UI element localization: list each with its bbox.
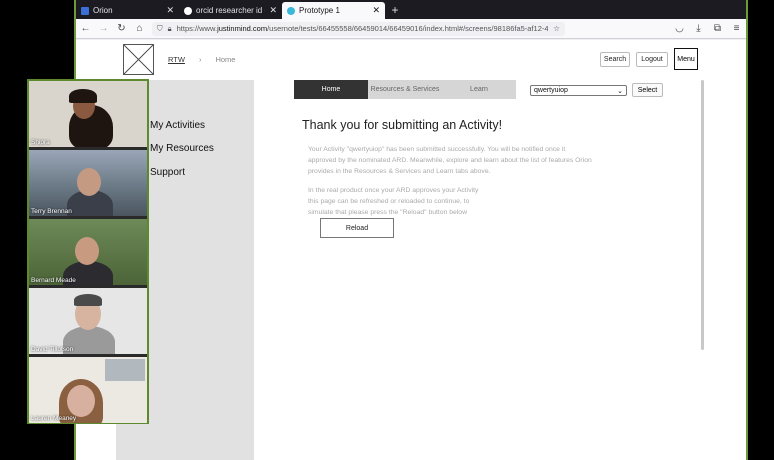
home-icon[interactable]: ⌂ [134,23,145,34]
google-favicon-icon [184,6,192,15]
scrollbar[interactable] [701,80,704,350]
participant-tile[interactable]: Lauren Meaney [29,357,147,423]
confirmation-line: approved by the nominated ARD. Meanwhile… [308,157,592,164]
search-button[interactable]: Search [600,52,630,67]
participant-tile[interactable]: Shipra [29,81,147,147]
downloads-icon[interactable]: ⤓ [693,23,704,34]
participant-face [77,168,101,196]
instruction-line: this page can be refreshed or reloaded t… [308,198,470,205]
page-title: Thank you for submitting an Activity! [302,118,503,132]
background-window [105,359,145,381]
breadcrumb-current: Home [215,55,236,64]
instruction-line: simulate that please press the "Reload" … [308,209,467,216]
tab-resources-services[interactable]: Resources & Services [368,80,442,99]
tab-learn[interactable]: Learn [442,80,516,99]
bookmark-star-icon[interactable]: ☆ [553,24,560,33]
instruction-text: In the real product once your ARD approv… [308,185,628,218]
video-participants-panel: Shipra Terry Brennan Bernard Meade David… [27,79,149,424]
menu-icon[interactable]: ≡ [731,23,742,34]
confirmation-line: provides in the Resources & Services and… [308,168,491,175]
sidebar-item-my-resources[interactable]: My Resources [150,143,214,154]
logo-placeholder [123,44,154,75]
participant-tile[interactable]: David Tillotson [29,288,147,354]
nav-tabs: Home Resources & Services Learn [294,80,516,99]
main-content: Home Resources & Services Learn qwertyui… [254,80,706,460]
close-icon[interactable]: ✕ [166,5,174,16]
browser-window: Orion ✕ orcid researcher id - Goo ✕ Prot… [74,0,748,460]
tab-bar: Orion ✕ orcid researcher id - Goo ✕ Prot… [76,0,746,19]
participant-hair [69,89,97,103]
url-bar[interactable]: ⛉ 🔒︎ https://www.justinmind.com/usernote… [152,21,565,36]
participant-tile[interactable]: Terry Brennan [29,150,147,216]
participant-name: Shipra [31,139,50,146]
close-icon[interactable]: ✕ [269,5,277,16]
tab-title: Prototype 1 [299,6,340,15]
logout-button[interactable]: Logout [636,52,668,67]
sidebar-item-my-activities[interactable]: My Activities [150,120,205,131]
activity-select[interactable]: qwertyuiop ⌄ [530,85,627,96]
shield-icon[interactable]: ⛉ [157,24,163,34]
participant-face [67,385,95,417]
tab-orion[interactable]: Orion ✕ [76,2,179,19]
breadcrumb-separator: › [198,55,202,64]
instruction-line: In the real product once your ARD approv… [308,187,479,194]
tab-orcid[interactable]: orcid researcher id - Goo ✕ [179,2,282,19]
participant-hat [74,294,102,306]
extensions-icon[interactable]: ⧉ [712,23,723,34]
forward-icon[interactable]: → [98,23,109,34]
close-icon[interactable]: ✕ [372,5,380,16]
tab-title: Orion [93,6,113,15]
screen: Orion ✕ orcid researcher id - Goo ✕ Prot… [0,0,774,460]
web-page: RTW › Home Search Logout Menu My Activit… [76,40,746,460]
participant-name: Terry Brennan [31,208,72,215]
confirmation-text: Your Activity "qwertyuiop" has been subm… [308,144,628,177]
tab-prototype[interactable]: Prototype 1 ✕ [282,2,385,19]
tab-home[interactable]: Home [294,80,368,99]
pocket-icon[interactable]: ◡ [674,23,685,34]
nav-bar: ← → ↻ ⌂ ⛉ 🔒︎ https://www.justinmind.com/… [76,19,746,39]
justinmind-favicon-icon [287,6,295,15]
participant-face [75,237,99,265]
breadcrumb: RTW › Home [168,55,235,64]
back-icon[interactable]: ← [80,23,91,34]
participant-name: Bernard Meade [31,277,76,284]
new-tab-button[interactable]: + [385,2,405,19]
chevron-down-icon: ⌄ [617,87,623,95]
lock-icon[interactable]: 🔒︎ [168,24,172,34]
toolbar-right: ◡ ⤓ ⧉ ≡ [674,23,742,34]
reload-icon[interactable]: ↻ [116,23,127,34]
tab-title: orcid researcher id - Goo [196,6,265,15]
right-gutter [706,80,746,460]
select-value: qwertyuiop [534,87,568,94]
url-text: https://www.justinmind.com/usernote/test… [176,24,549,33]
confirmation-line: Your Activity "qwertyuiop" has been subm… [308,146,566,153]
select-button[interactable]: Select [632,83,663,97]
participant-name: Lauren Meaney [31,415,77,422]
sidebar-item-support[interactable]: Support [150,167,185,178]
reload-button[interactable]: Reload [320,218,394,238]
breadcrumb-link[interactable]: RTW [168,55,185,64]
participant-tile[interactable]: Bernard Meade [29,219,147,285]
app-header: RTW › Home Search Logout Menu [76,40,706,80]
menu-button[interactable]: Menu [674,48,698,70]
participant-name: David Tillotson [31,346,74,353]
orion-favicon-icon [81,6,89,15]
